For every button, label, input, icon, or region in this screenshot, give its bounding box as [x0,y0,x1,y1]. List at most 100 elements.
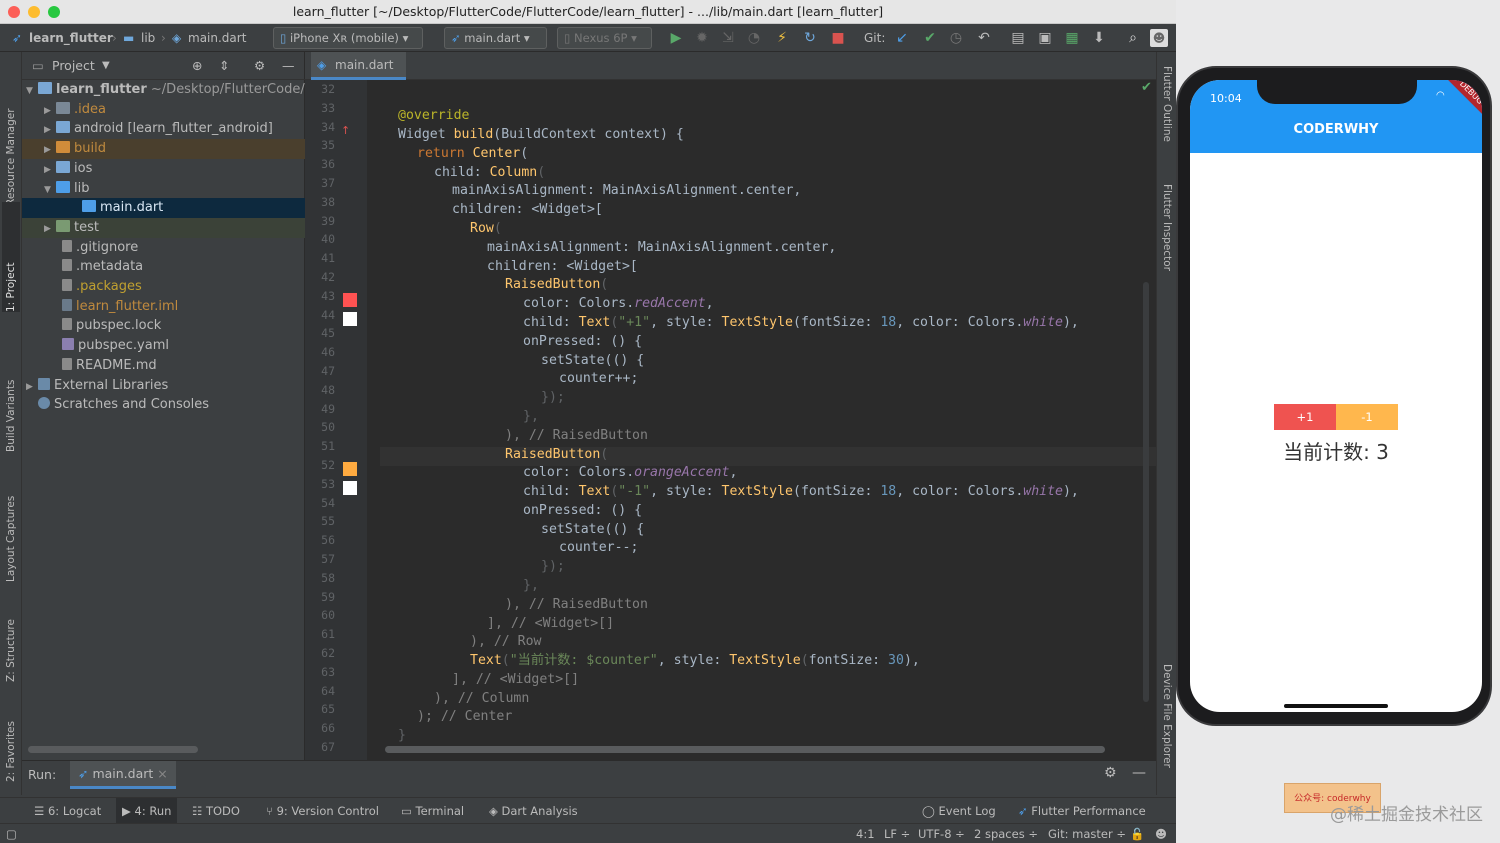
tree-item[interactable]: .gitignore [22,238,305,258]
locate-icon[interactable]: ⊕ [192,52,202,80]
line-separator[interactable]: LF ÷ [884,824,910,843]
avatar[interactable]: ☻ [1150,29,1168,47]
breadcrumb-file[interactable]: main.dart [188,24,246,52]
file-encoding[interactable]: UTF-8 ÷ [918,824,965,843]
run-icon[interactable]: ▶ [666,28,686,48]
terminal-tab[interactable]: ▭ Terminal [401,798,464,824]
tree-item[interactable]: .packages [22,277,305,297]
history-icon[interactable]: ◷ [946,28,966,48]
logcat-tab[interactable]: ☰ 6: Logcat [34,798,101,824]
gear-icon[interactable]: ⚙ [1104,765,1117,781]
tab-build-variants[interactable]: Build Variants [2,352,20,452]
run-config-selector[interactable]: ➶ main.dart ▾ [444,27,547,49]
avd-selector[interactable]: ▯ Nexus 6P ▾ [557,27,652,49]
tab-flutter-outline[interactable]: Flutter Outline [1158,66,1176,176]
breadcrumb-project[interactable]: learn_flutter [29,24,113,52]
device-selector[interactable]: ▯ iPhone Xʀ (mobile) ▾ [273,27,423,49]
git-commit-icon[interactable]: ✔ [920,28,940,48]
tab-favorites[interactable]: 2: Favorites [2,702,20,782]
zoom-window-button[interactable] [48,6,60,18]
profile-icon[interactable]: ◔ [744,28,764,48]
tree-item[interactable]: pubspec.yaml [22,336,305,356]
tab-main-dart[interactable]: ◈ main.dart × [311,52,406,98]
plus-one-button[interactable]: +1 [1274,404,1336,430]
sdk-manager-icon[interactable]: ⬇ [1089,28,1109,48]
code-line: }); [541,559,565,574]
tab-resource-manager[interactable]: Resource Manager [2,66,20,206]
breadcrumb-lib[interactable]: lib [141,24,155,52]
revert-icon[interactable]: ↶ [974,28,994,48]
tab-device-file-explorer[interactable]: Device File Explorer [1158,664,1176,794]
inspection-ok-icon[interactable]: ✔ [1141,80,1152,95]
avd-manager-icon[interactable]: ▦ [1062,28,1082,48]
project-view-selector[interactable]: Project [52,52,95,80]
color-swatch-orange[interactable] [343,462,357,476]
git-branch[interactable]: Git: master ÷ [1048,824,1126,843]
tab-layout-captures[interactable]: Layout Captures [2,472,20,582]
tab-structure[interactable]: Z: Structure [2,602,20,682]
run-tab-main-dart[interactable]: ➶ main.dart × [70,761,176,789]
vertical-scrollbar[interactable] [1143,282,1149,702]
tree-item[interactable]: learn_flutter.iml [22,297,305,317]
run-tab[interactable]: ▶ 4: Run [116,798,178,824]
tab-flutter-inspector[interactable]: Flutter Inspector [1158,184,1176,314]
color-swatch-red[interactable] [343,293,357,307]
status-toggle-icon[interactable]: ▢ [6,824,17,843]
line-number: 41 [321,251,335,266]
git-label: Git: [864,31,886,45]
color-swatch-white[interactable] [343,481,357,495]
tree-item[interactable]: ▶ android [learn_flutter_android] [22,119,305,139]
horizontal-scrollbar[interactable] [385,746,1105,753]
dart-analysis-tab[interactable]: ◈ Dart Analysis [489,798,578,824]
tree-item[interactable]: README.md [22,356,305,376]
tree-item[interactable]: ▶ External Libraries [22,376,305,396]
tree-item[interactable]: ▶ .idea [22,100,305,120]
close-window-button[interactable] [8,6,20,18]
tab-label: main.dart [335,58,394,72]
layout-icon[interactable]: ▣ [1035,28,1055,48]
tab-project[interactable]: 1: Project [2,202,20,312]
tree-item[interactable]: .metadata [22,257,305,277]
debug-icon[interactable]: ✹ [692,28,712,48]
color-swatch-white[interactable] [343,312,357,326]
chevron-down-icon[interactable]: ▼ [102,52,110,80]
tree-item[interactable]: pubspec.lock [22,316,305,336]
close-icon[interactable]: × [157,766,167,781]
gear-icon[interactable]: ⚙ [254,52,265,80]
git-update-icon[interactable]: ↙ [892,28,912,48]
tree-item-selected[interactable]: main.dart [22,198,305,218]
override-marker-icon[interactable]: ↑ [341,124,350,137]
hide-icon[interactable]: — [282,52,295,80]
inspector-icon[interactable]: ☻ [1155,824,1167,843]
tree-item[interactable]: ▼ lib [22,179,305,199]
tree-root[interactable]: ▼ learn_flutter ~/Desktop/FlutterCode/ [22,80,305,100]
hot-restart-icon[interactable]: ↻ [800,28,820,48]
line-number: 36 [321,157,335,172]
code-line: @override [398,108,470,123]
version-control-tab[interactable]: ⑂ 9: Version Control [266,798,379,824]
minimize-window-button[interactable] [28,6,40,18]
horizontal-scrollbar[interactable] [28,746,198,753]
indent-setting[interactable]: 2 spaces ÷ [974,824,1038,843]
caret-position[interactable]: 4:1 [856,824,875,843]
collapse-icon[interactable]: ⇕ [219,52,229,80]
attach-icon[interactable]: ⇲ [718,28,738,48]
minus-one-button[interactable]: -1 [1336,404,1398,430]
line-number: 49 [321,401,335,416]
stop-icon[interactable]: ■ [828,28,848,48]
line-number: 44 [321,307,335,322]
hot-reload-icon[interactable]: ⚡ [772,28,792,48]
todo-tab[interactable]: ☷ TODO [192,798,240,824]
flutter-performance-tab[interactable]: ➶ Flutter Performance [1018,798,1146,824]
code-line: child: Column( [434,165,546,180]
project-structure-icon[interactable]: ▤ [1008,28,1028,48]
home-indicator[interactable] [1284,704,1388,708]
tree-item[interactable]: ▶ test [22,217,305,238]
tree-item[interactable]: ▶ ios [22,159,305,179]
search-icon[interactable]: ⌕ [1123,28,1143,48]
hide-icon[interactable]: — [1132,765,1146,781]
tree-item[interactable]: Scratches and Consoles [22,395,305,415]
tree-item[interactable]: ▶ build [22,139,305,159]
lock-icon[interactable]: 🔓 [1130,824,1144,843]
event-log-tab[interactable]: ◯ Event Log [922,798,996,824]
